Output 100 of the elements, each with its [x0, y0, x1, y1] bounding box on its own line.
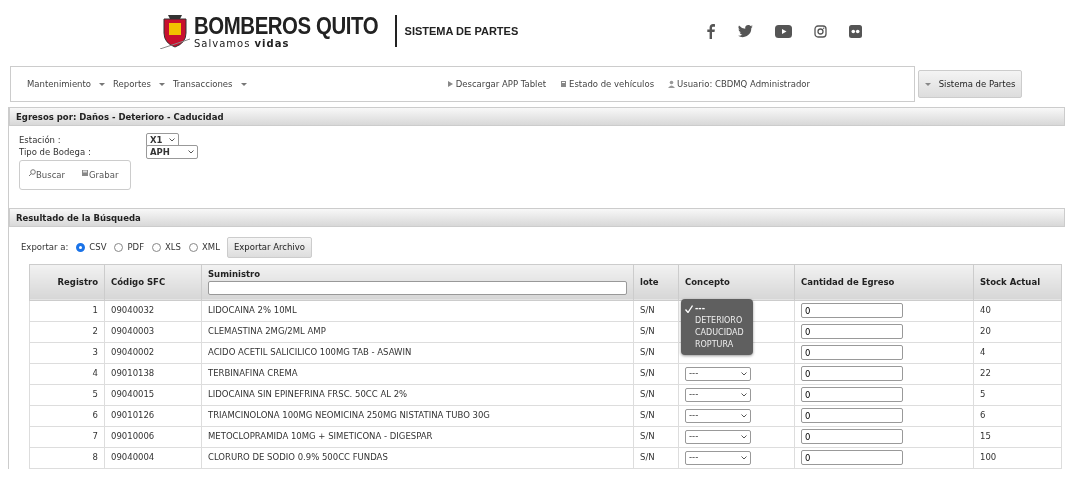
slogan: Salvamos vidas: [194, 37, 291, 49]
column-header: Cantidad de Egreso: [794, 264, 974, 301]
action-button[interactable]: Buscar: [28, 168, 66, 182]
table-cell: 15: [973, 426, 1062, 448]
dots-icon[interactable]: [849, 24, 863, 38]
quantity-field[interactable]: 0: [801, 366, 903, 382]
nav-link[interactable]: Usuario: CBDMQ Administrador: [668, 77, 810, 91]
table-cell: S/N: [633, 384, 679, 406]
nav-link[interactable]: Estado de vehículos: [560, 77, 655, 91]
building-icon: [560, 80, 568, 88]
app-title: SISTEMA DE PARTES: [394, 15, 519, 47]
quantity-field[interactable]: 0: [801, 387, 903, 403]
user-icon: [668, 80, 676, 88]
table-cell: TERBINAFINA CREMA: [201, 363, 634, 385]
chevron-icon: [169, 138, 175, 142]
table-cell: S/N: [633, 447, 679, 469]
chevron-icon: [188, 150, 194, 154]
camera-icon[interactable]: [814, 24, 828, 38]
column-header: Registro: [29, 264, 105, 301]
quantity-field[interactable]: 0: [801, 345, 903, 361]
table-cell: 1: [29, 300, 105, 322]
table-cell: S/N: [633, 342, 679, 364]
select-field[interactable]: ---: [685, 429, 751, 444]
table-cell: 20: [973, 321, 1062, 343]
radio-label: XML: [202, 241, 220, 254]
column-header: Suministro: [208, 267, 262, 281]
table-cell: 09040004: [104, 447, 202, 469]
table-cell: S/N: [633, 363, 679, 385]
table-cell: 09040002: [104, 342, 202, 364]
table-cell: LIDOCAINA 2% 10ML: [201, 300, 634, 322]
table-cell: 6: [29, 405, 105, 427]
export-button[interactable]: Exportar Archivo: [226, 237, 312, 258]
quantity-field[interactable]: 0: [801, 429, 903, 445]
radio-label: PDF: [127, 241, 145, 254]
panel-header: Egresos por: Daños - Deterioro - Caducidad: [9, 107, 1065, 126]
export-label: Exportar a:: [21, 241, 69, 254]
table-cell: 09040003: [104, 321, 202, 343]
table-cell: S/N: [633, 426, 679, 448]
table-cell: 09010006: [104, 426, 202, 448]
play-icon: [446, 80, 454, 88]
table-cell: 5: [973, 384, 1062, 406]
filter-field[interactable]: [208, 280, 627, 295]
twitter-icon[interactable]: [738, 24, 754, 38]
select-field[interactable]: ---: [685, 450, 751, 465]
menu-item[interactable]: Reportes: [113, 77, 165, 91]
table-cell: TRIAMCINOLONA 100MG NEOMICINA 250MG NISTATINA TUBO 30G: [201, 405, 634, 427]
radio-button[interactable]: [76, 242, 86, 252]
facebook-icon[interactable]: [706, 23, 717, 39]
search-icon: [28, 168, 36, 177]
select-field[interactable]: ---: [685, 387, 751, 402]
quantity-field[interactable]: 0: [801, 303, 903, 319]
chevron-icon: [741, 455, 747, 460]
table-cell: S/N: [633, 300, 679, 322]
check-icon: [685, 304, 693, 313]
menu-item[interactable]: Transacciones: [172, 77, 247, 91]
menu-option[interactable]: ROPTURA: [681, 338, 753, 351]
quantity-field[interactable]: 0: [801, 324, 903, 340]
table-cell: 22: [973, 363, 1062, 385]
table-cell: 3: [29, 342, 105, 364]
caret-icon: [99, 82, 106, 86]
table-cell: 6: [973, 405, 1062, 427]
chevron-icon: [741, 392, 747, 397]
column-header: Stock Actual: [973, 264, 1062, 301]
save-icon: [81, 168, 90, 177]
emblem-icon: [160, 13, 190, 49]
table-cell: 8: [29, 447, 105, 469]
table-cell: 100: [973, 447, 1062, 469]
table-cell: CLORURO DE SODIO 0.9% 500CC FUNDAS: [201, 447, 634, 469]
table-cell: LIDOCAINA SIN EPINEFRINA FRSC. 50CC AL 2%: [201, 384, 634, 406]
select-field[interactable]: ---: [685, 366, 751, 381]
caret-icon: [158, 82, 165, 86]
table-cell: METOCLOPRAMIDA 10MG + SIMETICONA - DIGESPAR: [201, 426, 634, 448]
system-button[interactable]: Sistema de Partes: [918, 70, 1022, 98]
chevron-icon: [741, 371, 747, 376]
select-field[interactable]: APH: [146, 145, 198, 159]
video-play-icon[interactable]: [775, 24, 793, 38]
table-cell: 5: [29, 384, 105, 406]
table-cell: 40: [973, 300, 1062, 322]
caret-icon: [240, 82, 247, 86]
action-button[interactable]: Grabar: [81, 168, 119, 182]
menu-option[interactable]: DETERIORO: [681, 314, 753, 327]
table-cell: 09040015: [104, 384, 202, 406]
radio-label: XLS: [165, 241, 181, 254]
field-label: Tipo de Bodega :: [19, 145, 92, 159]
select-field[interactable]: ---: [685, 408, 751, 423]
table-cell: CLEMASTINA 2MG/2ML AMP: [201, 321, 634, 343]
table-cell: 09040032: [104, 300, 202, 322]
chevron-icon: [741, 434, 747, 439]
table-cell: S/N: [633, 321, 679, 343]
quantity-field[interactable]: 0: [801, 450, 903, 466]
panel-header: Resultado de la Búsqueda: [9, 208, 1065, 227]
table-cell: 09010138: [104, 363, 202, 385]
nav-link[interactable]: Descargar APP Tablet: [446, 77, 547, 91]
quantity-field[interactable]: 0: [801, 408, 903, 424]
column-header: Concepto: [678, 264, 795, 301]
table-cell: 4: [973, 342, 1062, 364]
chevron-icon: [741, 413, 747, 418]
menu-item[interactable]: Mantenimiento: [27, 77, 106, 91]
table-cell: S/N: [633, 405, 679, 427]
table-cell: 7: [29, 426, 105, 448]
